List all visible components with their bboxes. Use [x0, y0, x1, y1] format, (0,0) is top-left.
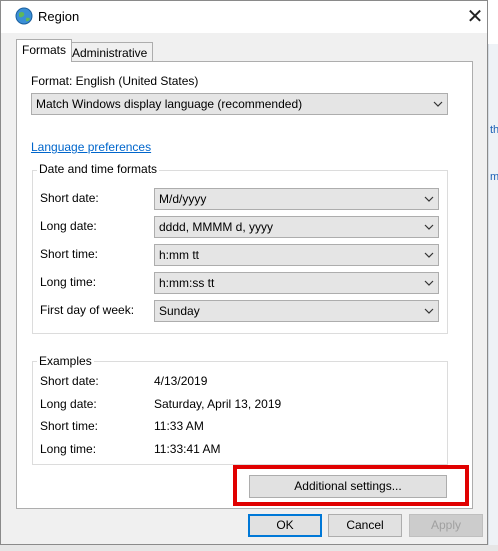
date-time-formats-group: Date and time formats Short date: M/d/yy… [32, 162, 448, 334]
chevron-down-icon [424, 252, 434, 258]
long-date-label: Long date: [40, 219, 97, 233]
title-bar[interactable]: Region ✕ [1, 1, 487, 33]
globe-icon [15, 7, 33, 25]
short-time-label: Short time: [40, 247, 99, 261]
long-date-value: dddd, MMMM d, yyyy [159, 220, 274, 234]
short-date-dropdown[interactable]: M/d/yyyy [154, 188, 439, 210]
background-taskbar-edge [0, 545, 498, 551]
first-day-of-week-value: Sunday [159, 304, 200, 318]
group-title: Date and time formats [37, 162, 160, 176]
first-day-of-week-dropdown[interactable]: Sunday [154, 300, 439, 322]
example-long-date-value: Saturday, April 13, 2019 [154, 397, 282, 411]
example-short-date-label: Short date: [40, 374, 99, 388]
format-label: Format: English (United States) [31, 74, 199, 88]
chevron-down-icon [424, 196, 434, 202]
format-dropdown[interactable]: Match Windows display language (recommen… [31, 93, 448, 115]
first-day-of-week-label: First day of week: [40, 303, 135, 317]
long-time-dropdown[interactable]: h:mm:ss tt [154, 272, 439, 294]
close-icon: ✕ [466, 6, 484, 28]
examples-group: Examples Short date: 4/13/2019 Long date… [32, 354, 448, 465]
background-window: th m [488, 0, 498, 551]
long-time-value: h:mm:ss tt [159, 276, 215, 290]
background-text-fragment: th [490, 124, 498, 136]
chevron-down-icon [424, 308, 434, 314]
highlight-annotation [233, 465, 469, 506]
long-date-dropdown[interactable]: dddd, MMMM d, yyyy [154, 216, 439, 238]
chevron-down-icon [424, 224, 434, 230]
example-short-date-value: 4/13/2019 [154, 374, 208, 388]
short-time-dropdown[interactable]: h:mm tt [154, 244, 439, 266]
chevron-down-icon [433, 101, 443, 107]
chevron-down-icon [424, 280, 434, 286]
language-preferences-link[interactable]: Language preferences [31, 140, 151, 154]
formats-panel: Format: English (United States) Match Wi… [16, 61, 473, 509]
region-dialog: Region ✕ Formats Administrative Format: … [0, 0, 488, 545]
format-dropdown-value: Match Windows display language (recommen… [36, 97, 303, 111]
example-short-time-label: Short time: [40, 419, 99, 433]
tab-administrative[interactable]: Administrative [66, 42, 154, 62]
apply-button[interactable]: Apply [409, 514, 483, 537]
background-pane [488, 44, 498, 551]
short-date-label: Short date: [40, 191, 99, 205]
example-long-time-label: Long time: [40, 442, 97, 456]
cancel-button[interactable]: Cancel [328, 514, 402, 537]
tab-formats[interactable]: Formats [16, 39, 73, 62]
example-short-time-value: 11:33 AM [154, 419, 204, 433]
background-text-fragment: m [490, 171, 498, 183]
ok-button[interactable]: OK [248, 514, 322, 537]
window-title: Region [38, 9, 80, 24]
short-time-value: h:mm tt [159, 248, 200, 262]
short-date-value: M/d/yyyy [159, 192, 207, 206]
group-title: Examples [37, 354, 94, 368]
long-time-label: Long time: [40, 275, 97, 289]
close-button[interactable]: ✕ [461, 3, 489, 31]
example-long-date-label: Long date: [40, 397, 97, 411]
example-long-time-value: 11:33:41 AM [154, 442, 221, 456]
